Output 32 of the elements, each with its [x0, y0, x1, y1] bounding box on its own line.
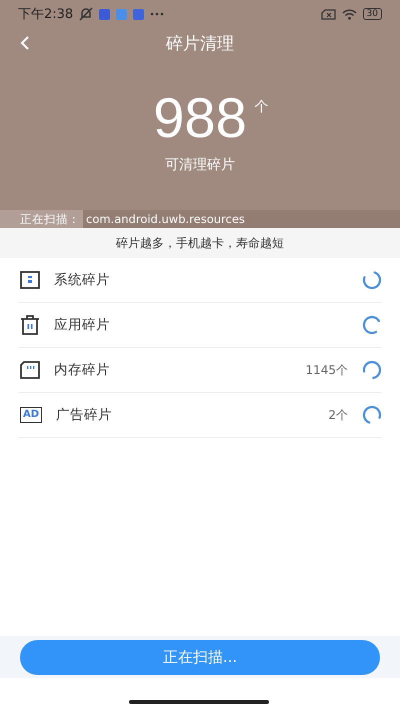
spinner-icon: [362, 405, 382, 425]
more-icon: [150, 12, 164, 16]
app-icon: [133, 8, 144, 20]
scan-label: 正在扫描：: [0, 210, 83, 228]
item-count: 2个: [328, 406, 348, 424]
battery-indicator: 30: [362, 8, 382, 20]
item-label: 内存碎片: [54, 361, 111, 379]
item-label: 广告碎片: [56, 406, 114, 424]
item-count: 1145个: [305, 362, 348, 378]
mute-icon: [79, 7, 94, 21]
status-time: 下午2:38: [18, 6, 74, 23]
notice-text: 碎片越多，手机越卡，寿命越短: [116, 234, 284, 252]
wifi-icon: [342, 8, 357, 20]
app-icon: [116, 8, 128, 20]
memory-card-icon: [20, 361, 40, 379]
count-caption: 可清理碎片: [165, 157, 235, 173]
item-label: 系统碎片: [54, 271, 111, 289]
app-icon: [99, 8, 110, 20]
chip-icon: [20, 271, 40, 289]
item-label: 应用碎片: [54, 316, 111, 334]
count-unit: 个: [254, 98, 269, 116]
ad-icon: AD: [20, 407, 42, 423]
page-title: 碎片清理: [166, 34, 234, 54]
scan-button[interactable]: 正在扫描...: [20, 640, 380, 674]
scan-path: com.android.uwb.resources: [85, 212, 245, 226]
fragment-count: 988: [153, 86, 247, 150]
spinner-icon: [362, 360, 382, 380]
spinner-icon: [362, 315, 382, 335]
spinner-icon: [362, 270, 382, 290]
trash-icon: [20, 315, 40, 335]
no-sim-icon: [320, 8, 336, 20]
back-icon[interactable]: [20, 35, 30, 51]
